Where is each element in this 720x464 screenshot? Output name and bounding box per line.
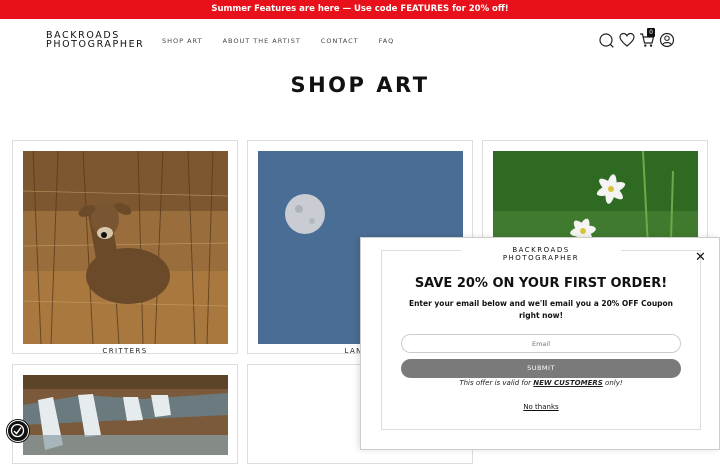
offer-new-customers: NEW CUSTOMERS: [533, 379, 603, 387]
accessibility-icon: [10, 423, 25, 438]
nav-faq[interactable]: FAQ: [379, 37, 395, 45]
offer-note: This offer is valid for NEW CUSTOMERS on…: [361, 379, 720, 387]
accessibility-button[interactable]: [7, 420, 29, 442]
site-header: BACKROADS PHOTOGRAPHER SHOP ART ABOUT TH…: [0, 19, 720, 61]
no-thanks-link[interactable]: No thanks: [361, 403, 720, 411]
popup-brand-line-2: PHOTOGRAPHER: [502, 254, 580, 262]
site-logo[interactable]: BACKROADS PHOTOGRAPHER: [46, 31, 145, 50]
header-icons: 0: [598, 28, 678, 48]
offer-suffix: only!: [602, 379, 623, 387]
email-signup-popup: BACKROADS PHOTOGRAPHER ✕ SAVE 20% ON YOU…: [360, 237, 720, 450]
popup-heading: SAVE 20% ON YOUR FIRST ORDER!: [414, 276, 668, 291]
search-icon[interactable]: [598, 32, 614, 48]
collection-card-critters[interactable]: CRITTERS: [12, 140, 238, 355]
collection-card-waterfalls[interactable]: [12, 364, 238, 464]
cart-count-badge: 0: [647, 28, 655, 37]
account-icon[interactable]: [659, 32, 675, 48]
nav-shop-art[interactable]: SHOP ART: [162, 37, 203, 45]
waterfalls-image: [23, 375, 228, 455]
announcement-text: Summer Features are here — Use code FEAT…: [211, 4, 509, 14]
critters-image: [23, 151, 228, 344]
offer-prefix: This offer is valid for: [459, 379, 534, 387]
main-nav: SHOP ART ABOUT THE ARTIST CONTACT FAQ: [162, 37, 394, 45]
popup-brand-logo: BACKROADS PHOTOGRAPHER: [461, 246, 621, 262]
email-field[interactable]: [401, 334, 681, 353]
logo-line-2: PHOTOGRAPHER: [46, 39, 145, 50]
submit-button[interactable]: SUBMIT: [401, 359, 681, 378]
page-title: SHOP ART: [290, 73, 430, 97]
close-icon[interactable]: ✕: [695, 251, 706, 264]
nav-contact[interactable]: CONTACT: [321, 37, 359, 45]
popup-subtext: Enter your email below and we'll email y…: [408, 299, 674, 320]
heart-icon[interactable]: [619, 32, 635, 48]
popup-brand-line-1: BACKROADS: [512, 246, 570, 254]
card-label-critters: CRITTERS: [102, 347, 148, 355]
announcement-bar: Summer Features are here — Use code FEAT…: [0, 0, 720, 19]
nav-about-the-artist[interactable]: ABOUT THE ARTIST: [223, 37, 301, 45]
